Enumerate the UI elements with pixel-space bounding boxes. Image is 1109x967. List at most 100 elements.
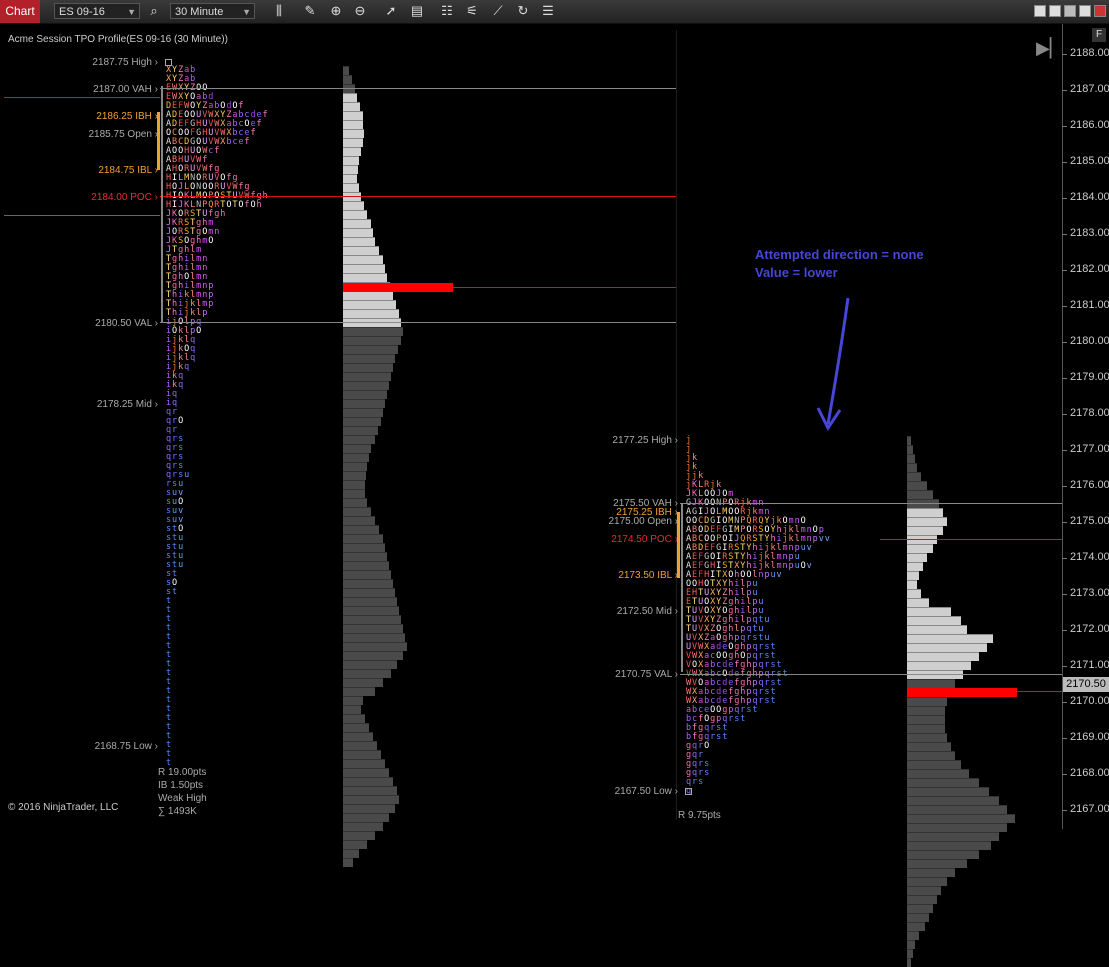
profile1-histogram-bar: [343, 453, 369, 462]
indicators-icon[interactable]: ⚟: [464, 3, 480, 19]
profile1-vah-red-line: [4, 97, 160, 98]
f-button[interactable]: F: [1092, 28, 1106, 42]
profile1-histogram-bar: [343, 480, 365, 489]
templates-icon[interactable]: ☰: [540, 3, 556, 19]
profile1-histogram-bar: [343, 660, 397, 669]
price-axis-tick: [1062, 162, 1067, 163]
profile2-histogram-bar: [907, 940, 915, 949]
minimize-button[interactable]: [1064, 5, 1076, 17]
chevron-down-icon: ▼: [127, 7, 136, 17]
profile1-tpo-row: JKORSTUfgh: [166, 209, 227, 219]
data-box-icon[interactable]: ☷: [439, 3, 455, 19]
profile1-tpo-row: HILMNORUVOfg: [166, 173, 239, 183]
bar-type-icon[interactable]: ⫼: [271, 3, 287, 19]
strategies-icon[interactable]: ⟋: [490, 3, 506, 19]
profile1-tpo-row: ikq: [166, 380, 185, 390]
profile1-histogram-bar: [343, 183, 359, 192]
price-axis-label: 2168.00: [1070, 767, 1109, 779]
profile1-histogram-bar: [343, 147, 361, 156]
profile2-tpo-row: OOHOTXYhilpu: [686, 579, 759, 589]
profile1-tpo-row: qr: [166, 407, 179, 417]
profile1-histogram-bar: [343, 471, 366, 480]
profile1-level-label: 2187.75 High ›: [92, 57, 158, 68]
profile2-histogram-bar: [907, 607, 951, 616]
profile1-histogram-bar: [343, 399, 385, 408]
profile1-tpo-row: ijklq: [166, 335, 197, 345]
maximize-button[interactable]: [1079, 5, 1091, 17]
price-axis-label: 2175.00: [1070, 515, 1109, 527]
properties-icon[interactable]: ▤: [409, 3, 425, 19]
profile1-histogram-bar: [343, 849, 359, 858]
profile1-tpo-row: Tghilmn: [166, 263, 209, 273]
zoom-in-icon[interactable]: ⊕: [328, 3, 344, 19]
profile2-histogram-bar: [907, 481, 927, 490]
close-button[interactable]: [1094, 5, 1106, 17]
profile1-tpo-row: t: [166, 632, 173, 642]
profile2-tpo-row: UVWXadeOghpqrst: [686, 642, 777, 652]
profile1-histogram-bar: [343, 687, 375, 696]
profile1-histogram-bar: [343, 435, 375, 444]
profile1-histogram-bar: [343, 669, 391, 678]
profile2-histogram-bar: [907, 661, 971, 670]
interval-select[interactable]: 30 Minute ▼: [170, 3, 255, 19]
profile2-tpo-row: TUVXZOghlpqtu: [686, 624, 765, 634]
skip-to-end-icon[interactable]: ▶▏: [1036, 38, 1064, 59]
refresh-icon[interactable]: ↻: [515, 3, 531, 19]
instrument-select[interactable]: ES 09-16 ▼: [54, 3, 140, 19]
restore-button[interactable]: [1034, 5, 1046, 17]
profile2-histogram-bar: [907, 625, 967, 634]
profile1-histogram-bar: [343, 552, 387, 561]
profile2-histogram-bar: [907, 958, 911, 967]
price-axis-label: 2185.00: [1070, 155, 1109, 167]
profile1-stats: R 19.00pts IB 1.50pts Weak High ∑ 1493K: [158, 766, 207, 818]
profile1-histogram-bar: [343, 840, 367, 849]
profile2-tpo-row: TUVOXYOghilpu: [686, 606, 765, 616]
profile2-tpo-row: ETUOXYZghilpu: [686, 597, 765, 607]
profile2-histogram-bar: [907, 796, 999, 805]
profile2-open-close-marker: [685, 788, 692, 795]
profile1-histogram-bar: [343, 633, 405, 642]
profile1-open-close-marker: [165, 59, 172, 66]
profile1-tpo-row: HOJLONOORUVWfg: [166, 182, 251, 192]
profile1-initial-balance-bar: [157, 112, 160, 170]
profile1-tpo-row: iq: [166, 398, 179, 408]
price-axis-tick: [1062, 774, 1067, 775]
chart-tab[interactable]: Chart: [0, 0, 40, 23]
profile1-tpo-row: qrs: [166, 461, 185, 471]
price-axis[interactable]: [1062, 24, 1109, 829]
price-axis-label: 2176.00: [1070, 479, 1109, 491]
profile1-tpo-row: rsu: [166, 479, 185, 489]
profile1-histogram-bar: [343, 300, 396, 309]
profile1-tpo-row: t: [166, 740, 173, 750]
price-axis-tick: [1062, 702, 1067, 703]
profile2-level-label: 2170.75 VAL ›: [615, 669, 678, 680]
profile2-histogram-bar: [907, 886, 941, 895]
profile1-tpo-row: ijklq: [166, 353, 197, 363]
profile2-histogram-bar: [907, 580, 917, 589]
pencil-icon[interactable]: ✎: [302, 3, 318, 19]
price-axis-label: 2169.00: [1070, 731, 1109, 743]
search-icon[interactable]: ⌕: [146, 3, 162, 19]
chart-title: Acme Session TPO Profile(ES 09-16 (30 Mi…: [8, 34, 228, 45]
profile2-histogram-bar: [907, 922, 925, 931]
profile1-histogram-bar: [343, 831, 375, 840]
layout-button[interactable]: [1049, 5, 1061, 17]
profile1-tpo-row: HIJKLNPQRTOTOfOh: [166, 200, 263, 210]
profile2-tpo-row: bcfOgpqrst: [686, 714, 747, 724]
price-axis-tick: [1062, 486, 1067, 487]
price-axis-tick: [1062, 378, 1067, 379]
profile2-tpo-row: TUVXYZghilpqtu: [686, 615, 771, 625]
profile1-histogram-bar: [343, 246, 379, 255]
profile1-tpo-row: t: [166, 596, 173, 606]
price-axis-tick: [1062, 414, 1067, 415]
profile2-tpo-row: gqrs: [686, 759, 711, 769]
profile2-tpo-row: ABODEFGIMPORSOYhjklmnOp: [686, 525, 825, 535]
pointer-icon[interactable]: ➚: [383, 3, 399, 19]
profile2-tpo-row: AEFGOIRSTYhijklmnpu: [686, 552, 801, 562]
zoom-out-icon[interactable]: ⊖: [352, 3, 368, 19]
profile2-tpo-row: JKLOOJOm: [686, 489, 735, 499]
profile1-histogram-bar: [343, 156, 359, 165]
profile1-histogram-bar: [343, 354, 395, 363]
price-axis-label: 2179.00: [1070, 371, 1109, 383]
profile1-histogram-bar: [343, 579, 393, 588]
